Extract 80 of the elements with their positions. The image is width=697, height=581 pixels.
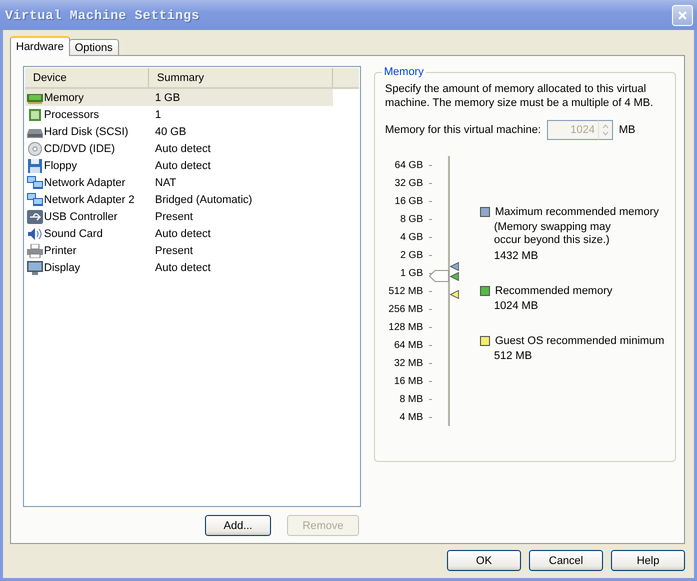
disc-icon bbox=[27, 142, 43, 156]
legend-value: 512 MB bbox=[494, 350, 533, 363]
device-row[interactable]: Printer Present bbox=[25, 242, 333, 259]
group-title: Memory bbox=[383, 66, 425, 78]
unit-label: MB bbox=[618, 124, 636, 136]
network-computers-icon bbox=[27, 192, 43, 206]
tick-label: 1 GB bbox=[400, 268, 423, 280]
list-button[interactable]: Add... bbox=[205, 515, 271, 536]
tick-label: 16 GB bbox=[394, 196, 423, 208]
device-name: Hard Disk (SCSI) bbox=[44, 126, 128, 138]
legend-label: Maximum recommended memory bbox=[495, 206, 659, 218]
legend-value: 1432 MB bbox=[494, 250, 540, 263]
device-row[interactable]: CD/DVD (IDE) Auto detect bbox=[25, 140, 333, 157]
device-summary: 1 bbox=[154, 108, 162, 120]
device-summary: Present bbox=[154, 210, 194, 222]
column-header[interactable]: Summary bbox=[157, 72, 204, 84]
device-summary: 1 GB bbox=[154, 92, 182, 104]
device-row[interactable]: Sound Card Auto detect bbox=[25, 225, 333, 242]
device-name: Memory bbox=[44, 92, 84, 104]
device-name: USB Controller bbox=[44, 210, 118, 222]
tick-label: 32 GB bbox=[394, 178, 423, 190]
device-summary: NAT bbox=[154, 176, 178, 188]
legend-value: 1024 MB bbox=[494, 300, 540, 313]
processor-icon bbox=[27, 108, 43, 122]
device-name: Sound Card bbox=[44, 228, 103, 240]
device-row[interactable]: Floppy Auto detect bbox=[25, 157, 333, 174]
printer-icon bbox=[27, 244, 43, 258]
legend-label: Guest OS recommended minimum bbox=[495, 335, 664, 347]
tab[interactable]: Hardware bbox=[10, 36, 70, 56]
device-row[interactable]: Network Adapter NAT bbox=[25, 174, 333, 191]
device-row[interactable]: Processors 1 bbox=[25, 106, 333, 123]
device-summary: Present bbox=[154, 244, 194, 256]
device-row[interactable]: USB Controller Present bbox=[25, 208, 333, 225]
device-summary: Bridged (Automatic) bbox=[154, 194, 254, 206]
device-row[interactable]: Network Adapter 2 Bridged (Automatic) bbox=[25, 191, 333, 208]
device-summary: Auto detect bbox=[154, 228, 212, 240]
dialog-button[interactable]: Help bbox=[611, 550, 685, 571]
tick-label: 4 MB bbox=[400, 412, 423, 423]
device-summary: Auto detect bbox=[154, 160, 212, 172]
tick-label: 64 GB bbox=[394, 160, 423, 172]
spin-buttons[interactable] bbox=[598, 120, 613, 140]
tick-label: 256 MB bbox=[388, 304, 423, 315]
device-row[interactable]: Hard Disk (SCSI) 40 GB bbox=[25, 123, 333, 140]
tab[interactable]: Options bbox=[68, 39, 119, 56]
window-title: Virtual Machine Settings bbox=[5, 8, 200, 22]
tick-label: 8 GB bbox=[400, 214, 423, 226]
dialog-button[interactable]: OK bbox=[447, 550, 521, 571]
device-name: Processors bbox=[44, 108, 100, 120]
speaker-icon bbox=[27, 226, 43, 240]
device-summary: Auto detect bbox=[154, 142, 212, 154]
tick-label: 32 MB bbox=[394, 358, 423, 369]
device-summary: 40 GB bbox=[154, 126, 188, 138]
column-header[interactable]: Device bbox=[33, 72, 67, 84]
usb-icon bbox=[27, 210, 43, 224]
tick-label: 512 MB bbox=[388, 286, 423, 298]
network-computers-icon bbox=[27, 176, 43, 190]
device-name: Floppy bbox=[44, 160, 78, 172]
legend-label: Recommended memory bbox=[495, 285, 612, 297]
tick-label: 128 MB bbox=[388, 322, 423, 333]
tick-label: 2 GB bbox=[400, 250, 423, 262]
device-name: CD/DVD (IDE) bbox=[44, 142, 115, 154]
tick-label: 4 GB bbox=[400, 232, 423, 244]
dialog-button[interactable]: Cancel bbox=[529, 550, 603, 571]
close-icon bbox=[678, 10, 687, 20]
slider-track[interactable] bbox=[448, 156, 451, 426]
device-summary: Auto detect bbox=[154, 262, 212, 274]
tick-label: 64 MB bbox=[394, 340, 423, 351]
device-name: Printer bbox=[44, 244, 76, 256]
device-row[interactable]: Memory 1 GB bbox=[25, 89, 333, 106]
close-button[interactable] bbox=[672, 4, 693, 26]
monitor-icon bbox=[27, 260, 43, 274]
device-row[interactable]: Display Auto detect bbox=[25, 259, 333, 276]
tick-label: 16 MB bbox=[394, 376, 423, 387]
description: Specify the amount of memory allocated to this virtual machine. The memory size must be a multiple of 4 MB. bbox=[385, 82, 654, 110]
field-label: Memory for this virtual machine: bbox=[385, 124, 541, 136]
legend-note: (Memory swapping may occur beyond this size.) bbox=[494, 221, 612, 247]
device-name: Network Adapter 2 bbox=[44, 194, 134, 206]
device-name: Display bbox=[44, 262, 80, 274]
tick-label: 8 MB bbox=[400, 394, 423, 405]
device-name: Network Adapter bbox=[44, 176, 126, 188]
